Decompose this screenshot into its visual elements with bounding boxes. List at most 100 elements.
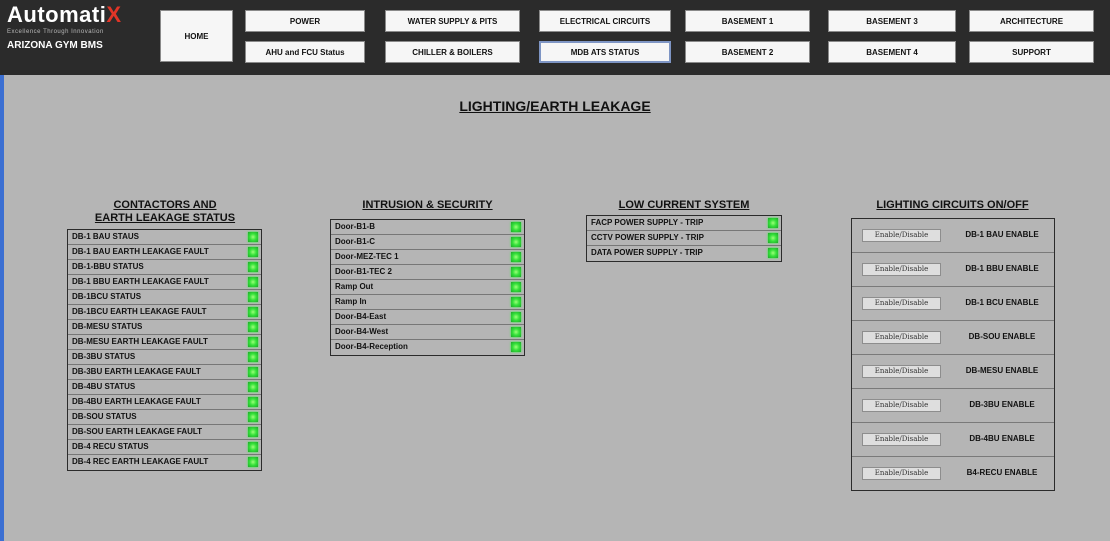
- status-indicator-icon: [248, 322, 258, 332]
- status-row: DB-1 BBU EARTH LEAKAGE FAULT: [68, 275, 261, 290]
- status-label: DB-3BU EARTH LEAKAGE FAULT: [72, 367, 201, 376]
- status-row: DB-1BCU STATUS: [68, 290, 261, 305]
- status-row: DB-4 RECU STATUS: [68, 440, 261, 455]
- status-indicator-icon: [511, 252, 521, 262]
- status-label: DB-1-BBU STATUS: [72, 262, 144, 271]
- low-current-panel: FACP POWER SUPPLY - TRIP CCTV POWER SUPPL…: [586, 215, 782, 262]
- status-row: Door-B4-West: [331, 325, 524, 340]
- intrusion-security-panel: Door-B1-B Door-B1-C Door-MEZ-TEC 1 Door-B1-…: [330, 219, 525, 356]
- nav-basement-3-button[interactable]: BASEMENT 3: [828, 10, 956, 32]
- lighting-circuit-label: DB-SOU ENABLE: [968, 332, 1036, 341]
- lighting-circuit-row: Enable/Disable DB-MESU ENABLE: [852, 355, 1054, 389]
- status-label: DB-3BU STATUS: [72, 352, 136, 361]
- status-label: CCTV POWER SUPPLY - TRIP: [591, 233, 704, 242]
- status-label: DB-4BU EARTH LEAKAGE FAULT: [72, 397, 201, 406]
- nav-electrical-circuits-button[interactable]: ELECTRICAL CIRCUITS: [539, 10, 671, 32]
- lighting-circuit-label: DB-1 BAU ENABLE: [965, 230, 1039, 239]
- contactors-section-title: CONTACTORS AND EARTH LEAKAGE STATUS: [65, 199, 265, 225]
- status-indicator-icon: [248, 307, 258, 317]
- nav-home-button[interactable]: HOME: [160, 10, 233, 62]
- status-label: Door-B1-B: [335, 222, 375, 231]
- lighting-circuit-row: Enable/Disable DB-1 BCU ENABLE: [852, 287, 1054, 321]
- low-current-section-title: LOW CURRENT SYSTEM: [618, 199, 750, 211]
- nav-basement-4-button[interactable]: BASEMENT 4: [828, 41, 956, 63]
- status-indicator-icon: [768, 218, 778, 228]
- status-row: Door-B1-B: [331, 220, 524, 235]
- enable-disable-button[interactable]: Enable/Disable: [862, 399, 941, 412]
- status-label: DB-1BCU EARTH LEAKAGE FAULT: [72, 307, 207, 316]
- status-row: Door-B4-East: [331, 310, 524, 325]
- status-label: Ramp In: [335, 297, 367, 306]
- status-indicator-icon: [248, 232, 258, 242]
- enable-disable-button[interactable]: Enable/Disable: [862, 467, 941, 480]
- status-row: DB-1 BAU STAUS: [68, 230, 261, 245]
- nav-basement-1-button[interactable]: BASEMENT 1: [685, 10, 810, 32]
- enable-disable-button[interactable]: Enable/Disable: [862, 263, 941, 276]
- status-row: DB-SOU EARTH LEAKAGE FAULT: [68, 425, 261, 440]
- status-row: Door-B1-C: [331, 235, 524, 250]
- status-row: Door-B4-Reception: [331, 340, 524, 355]
- status-row: DB-MESU EARTH LEAKAGE FAULT: [68, 335, 261, 350]
- status-indicator-icon: [248, 457, 258, 467]
- status-indicator-icon: [511, 237, 521, 247]
- status-row: CCTV POWER SUPPLY - TRIP: [587, 231, 781, 246]
- lighting-circuit-label: DB-1 BBU ENABLE: [965, 264, 1039, 273]
- status-indicator-icon: [248, 412, 258, 422]
- status-row: DB-1BCU EARTH LEAKAGE FAULT: [68, 305, 261, 320]
- status-row: DB-4 REC EARTH LEAKAGE FAULT: [68, 455, 261, 470]
- status-indicator-icon: [768, 233, 778, 243]
- lighting-circuit-row: Enable/Disable DB-SOU ENABLE: [852, 321, 1054, 355]
- site-name: ARIZONA GYM BMS: [7, 40, 103, 51]
- status-indicator-icon: [511, 222, 521, 232]
- status-indicator-icon: [511, 267, 521, 277]
- status-label: DB-SOU STATUS: [72, 412, 137, 421]
- status-indicator-icon: [511, 297, 521, 307]
- status-row: FACP POWER SUPPLY - TRIP: [587, 216, 781, 231]
- nav-mdb-ats-button[interactable]: MDB ATS STATUS: [539, 41, 671, 63]
- enable-disable-button[interactable]: Enable/Disable: [862, 297, 941, 310]
- status-label: DB-4BU STATUS: [72, 382, 136, 391]
- status-indicator-icon: [511, 327, 521, 337]
- nav-chiller-boilers-button[interactable]: CHILLER & BOILERS: [385, 41, 520, 63]
- status-label: DB-1 BBU EARTH LEAKAGE FAULT: [72, 277, 209, 286]
- nav-ahu-fcu-button[interactable]: AHU and FCU Status: [245, 41, 365, 63]
- enable-disable-button[interactable]: Enable/Disable: [862, 433, 941, 446]
- enable-disable-button[interactable]: Enable/Disable: [862, 365, 941, 378]
- lighting-circuits-panel: Enable/Disable DB-1 BAU ENABLE Enable/Disa…: [851, 218, 1055, 491]
- status-indicator-icon: [248, 262, 258, 272]
- enable-disable-button[interactable]: Enable/Disable: [862, 229, 941, 242]
- status-row: DATA POWER SUPPLY - TRIP: [587, 246, 781, 261]
- status-label: FACP POWER SUPPLY - TRIP: [591, 218, 704, 227]
- nav-power-button[interactable]: POWER: [245, 10, 365, 32]
- status-indicator-icon: [248, 442, 258, 452]
- nav-architecture-button[interactable]: ARCHITECTURE: [969, 10, 1094, 32]
- status-row: DB-3BU STATUS: [68, 350, 261, 365]
- status-indicator-icon: [248, 352, 258, 362]
- status-label: DB-MESU EARTH LEAKAGE FAULT: [72, 337, 208, 346]
- contactors-status-panel: DB-1 BAU STAUS DB-1 BAU EARTH LEAKAGE FAU…: [67, 229, 262, 471]
- nav-water-supply-button[interactable]: WATER SUPPLY & PITS: [385, 10, 520, 32]
- lighting-section-title: LIGHTING CIRCUITS ON/OFF: [876, 199, 1029, 211]
- status-row: Door-MEZ-TEC 1: [331, 250, 524, 265]
- lighting-circuit-label: DB-MESU ENABLE: [965, 366, 1039, 375]
- status-indicator-icon: [768, 248, 778, 258]
- nav-support-button[interactable]: SUPPORT: [969, 41, 1094, 63]
- status-row: DB-1 BAU EARTH LEAKAGE FAULT: [68, 245, 261, 260]
- status-row: DB-1-BBU STATUS: [68, 260, 261, 275]
- lighting-circuit-row: Enable/Disable DB-4BU ENABLE: [852, 423, 1054, 457]
- status-indicator-icon: [511, 282, 521, 292]
- status-row: DB-SOU STATUS: [68, 410, 261, 425]
- lighting-circuit-label: DB-1 BCU ENABLE: [965, 298, 1039, 307]
- status-label: Door-B1-C: [335, 237, 375, 246]
- brand-name: AutomatiX: [7, 2, 122, 27]
- status-label: Door-MEZ-TEC 1: [335, 252, 399, 261]
- status-indicator-icon: [248, 382, 258, 392]
- nav-basement-2-button[interactable]: BASEMENT 2: [685, 41, 810, 63]
- status-indicator-icon: [511, 312, 521, 322]
- enable-disable-button[interactable]: Enable/Disable: [862, 331, 941, 344]
- contactors-title-line1: CONTACTORS AND: [113, 199, 217, 211]
- lighting-circuit-row: Enable/Disable DB-1 BBU ENABLE: [852, 253, 1054, 287]
- status-indicator-icon: [248, 277, 258, 287]
- status-indicator-icon: [248, 367, 258, 377]
- status-label: DB-SOU EARTH LEAKAGE FAULT: [72, 427, 203, 436]
